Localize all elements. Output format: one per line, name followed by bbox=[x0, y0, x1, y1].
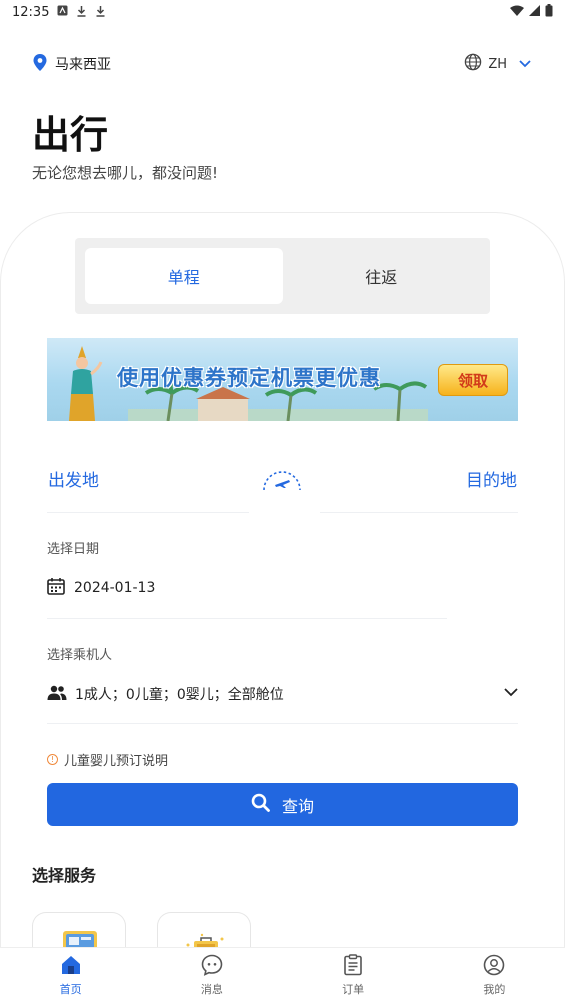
chat-icon bbox=[201, 954, 223, 979]
order-icon bbox=[342, 954, 364, 979]
bottom-nav: 首页 消息 订单 我的 bbox=[0, 947, 565, 1004]
divider bbox=[47, 723, 518, 724]
language-selector[interactable]: ZH bbox=[464, 53, 531, 75]
chevron-down-icon bbox=[519, 57, 531, 72]
destination-field[interactable]: 目的地 bbox=[466, 466, 517, 491]
location-pin-icon bbox=[33, 53, 47, 75]
page-title: 出行 bbox=[32, 113, 109, 157]
trip-type-tabs: 单程 往返 bbox=[75, 238, 490, 314]
status-bar: 12:35 bbox=[0, 0, 565, 24]
nav-messages[interactable]: 消息 bbox=[141, 948, 282, 1004]
coupon-banner[interactable]: 使用优惠券预定机票更优惠 领取 bbox=[47, 338, 518, 421]
nav-profile[interactable]: 我的 bbox=[424, 948, 565, 1004]
thai-dancer-illustration bbox=[69, 346, 103, 421]
note-text: 儿童婴儿预订说明 bbox=[64, 754, 169, 769]
info-warning-icon: ! bbox=[47, 754, 58, 765]
nav-label: 消息 bbox=[200, 983, 223, 996]
language-code: ZH bbox=[488, 56, 507, 72]
wifi-icon bbox=[510, 5, 524, 20]
child-infant-info-link[interactable]: ! 儿童婴儿预订说明 bbox=[47, 750, 168, 769]
banner-text: 使用优惠券预定机票更优惠 bbox=[117, 366, 381, 390]
service-card[interactable] bbox=[157, 912, 251, 952]
globe-icon bbox=[464, 53, 482, 75]
page-subtitle: 无论您想去哪儿，都没问题! bbox=[32, 164, 219, 182]
passengers-icon bbox=[47, 685, 67, 704]
download-icon bbox=[95, 5, 106, 20]
location-label: 马来西亚 bbox=[55, 57, 111, 73]
date-value: 2024-01-13 bbox=[74, 580, 156, 596]
tab-one-way[interactable]: 单程 bbox=[85, 248, 283, 304]
search-icon bbox=[251, 793, 270, 816]
status-time: 12:35 bbox=[12, 4, 50, 20]
search-button[interactable]: 查询 bbox=[47, 783, 518, 826]
home-icon bbox=[60, 954, 82, 979]
nav-label: 订单 bbox=[342, 983, 365, 996]
nav-orders[interactable]: 订单 bbox=[283, 948, 424, 1004]
nav-label: 首页 bbox=[59, 983, 82, 996]
service-card[interactable] bbox=[32, 912, 126, 952]
plane-swap-icon[interactable] bbox=[261, 466, 303, 494]
download-icon bbox=[76, 5, 87, 20]
claim-coupon-button[interactable]: 领取 bbox=[438, 364, 508, 396]
nav-label: 我的 bbox=[483, 983, 506, 996]
nav-home[interactable]: 首页 bbox=[0, 948, 141, 1004]
divider bbox=[47, 618, 447, 619]
services-title: 选择服务 bbox=[32, 866, 97, 885]
battery-icon bbox=[545, 3, 553, 21]
signal-icon bbox=[529, 4, 540, 20]
divider bbox=[320, 512, 518, 513]
search-button-label: 查询 bbox=[281, 796, 314, 816]
notification-a-icon bbox=[57, 5, 68, 19]
passenger-value: 1成人；0儿童；0婴儿；全部舱位 bbox=[75, 687, 284, 703]
calendar-icon bbox=[47, 577, 65, 599]
chevron-down-icon bbox=[504, 685, 518, 701]
passenger-selector[interactable]: 1成人；0儿童；0婴儿；全部舱位 bbox=[47, 682, 518, 706]
route-selector: 出发地 目的地 bbox=[47, 462, 518, 514]
tab-round-trip[interactable]: 往返 bbox=[283, 248, 481, 304]
date-label: 选择日期 bbox=[47, 542, 100, 557]
passenger-label: 选择乘机人 bbox=[47, 648, 113, 663]
profile-icon bbox=[483, 954, 505, 979]
origin-field[interactable]: 出发地 bbox=[48, 466, 99, 491]
location-selector[interactable]: 马来西亚 bbox=[33, 53, 111, 75]
divider bbox=[47, 512, 249, 513]
date-picker[interactable]: 2024-01-13 bbox=[47, 576, 155, 600]
